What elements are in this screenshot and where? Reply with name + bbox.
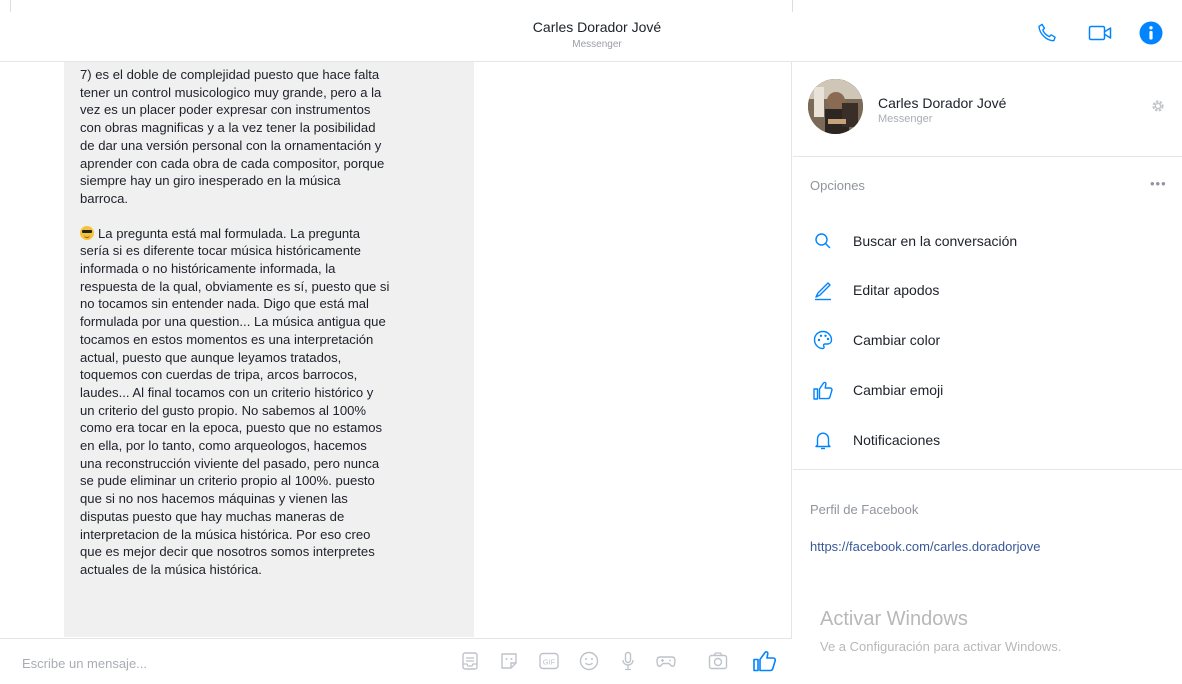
option-change-emoji[interactable]: Cambiar emoji [808, 376, 1168, 406]
option-edit-nicknames[interactable]: Editar apodos [808, 276, 1168, 306]
message-input[interactable]: Escribe un mensaje... [22, 656, 147, 671]
microphone-icon[interactable] [616, 649, 640, 673]
thumbs-up-icon [812, 379, 834, 401]
message-text: La pregunta está mal formulada. La pregu… [80, 225, 390, 577]
contact-subtitle: Messenger [878, 113, 933, 125]
message-bubble: 7) es el doble de complejidad puesto que… [64, 62, 474, 637]
conversation-pane[interactable]: 7) es el doble de complejidad puesto que… [0, 62, 792, 684]
like-icon[interactable] [751, 647, 779, 675]
camera-icon[interactable] [706, 649, 730, 673]
divider [793, 469, 1182, 470]
bell-icon [812, 429, 834, 451]
video-camera-icon[interactable] [1088, 23, 1114, 43]
file-icon[interactable] [458, 649, 482, 673]
gear-icon[interactable] [1150, 98, 1166, 119]
option-search-conversation[interactable]: Buscar en la conversación [808, 227, 1168, 257]
activate-windows-title: Activar Windows [820, 608, 968, 630]
message-composer: Escribe un mensaje... GIF [0, 638, 792, 684]
options-heading: Opciones [810, 178, 865, 193]
activate-windows-subtitle: Ve a Configuración para activar Windows. [820, 639, 1062, 654]
divider [10, 0, 11, 12]
palette-icon [812, 329, 834, 351]
option-label: Buscar en la conversación [853, 233, 1018, 249]
conversation-header: Carles Dorador Jové Messenger [0, 0, 1182, 62]
option-label: Cambiar emoji [853, 382, 944, 398]
info-icon[interactable] [1139, 21, 1163, 45]
phone-icon[interactable] [1036, 22, 1058, 44]
avatar[interactable] [808, 79, 863, 134]
sticker-icon[interactable] [497, 649, 521, 673]
gif-icon[interactable]: GIF [537, 649, 561, 673]
game-icon[interactable] [654, 649, 678, 673]
profile-card: Carles Dorador Jové Messenger [793, 62, 1182, 157]
conversation-details-sidebar: Carles Dorador Jové Messenger Opciones •… [793, 62, 1182, 684]
option-notifications[interactable]: Notificaciones [808, 426, 1168, 456]
option-label: Editar apodos [853, 282, 940, 298]
search-icon [812, 230, 834, 252]
pencil-icon [812, 279, 834, 301]
message-text: La pregunta está mal formulada. La pregu… [80, 225, 462, 579]
option-label: Notificaciones [853, 432, 941, 448]
message-text: 7) es el doble de complejidad puesto que… [80, 67, 385, 206]
more-options-button[interactable]: ••• [1150, 176, 1167, 191]
svg-text:GIF: GIF [543, 658, 556, 667]
conversation-subtitle: Messenger [572, 39, 622, 50]
contact-name: Carles Dorador Jové [878, 95, 1007, 111]
divider [792, 0, 793, 12]
option-change-color[interactable]: Cambiar color [808, 326, 1168, 356]
emoji-icon[interactable] [577, 649, 601, 673]
facebook-profile-link[interactable]: https://facebook.com/carles.doradorjove [810, 539, 1041, 554]
sunglasses-emoji-icon [80, 225, 94, 240]
conversation-title: Carles Dorador Jové [532, 19, 662, 35]
facebook-profile-heading: Perfil de Facebook [810, 502, 919, 517]
option-label: Cambiar color [853, 332, 941, 348]
